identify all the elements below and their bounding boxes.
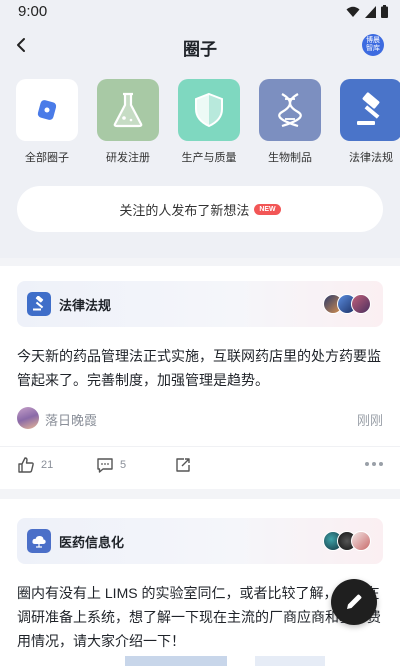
post-time: 刚刚 bbox=[356, 413, 383, 428]
topic-bar[interactable]: 法律法规 bbox=[17, 281, 383, 327]
brand-badge-button[interactable]: 博晨 智库 bbox=[362, 34, 384, 56]
like-count: 21 bbox=[41, 459, 54, 471]
dna-icon bbox=[278, 93, 302, 128]
category-tile bbox=[259, 79, 321, 141]
category-tile bbox=[178, 79, 240, 141]
topic-bar[interactable]: 医药信息化 bbox=[17, 518, 383, 564]
post-image[interactable] bbox=[125, 656, 227, 666]
wifi-icon bbox=[346, 6, 360, 17]
flask-icon bbox=[113, 92, 143, 128]
divider bbox=[0, 258, 400, 266]
avatar bbox=[351, 531, 371, 551]
thumbs-up-icon bbox=[18, 457, 34, 473]
category-label: 研发注册 bbox=[106, 152, 150, 164]
category-production[interactable]: 生产与质量 bbox=[178, 79, 240, 167]
gavel-icon bbox=[27, 292, 51, 316]
category-label: 生产与质量 bbox=[181, 152, 237, 164]
member-avatars bbox=[323, 294, 371, 314]
page-title: 圈子 bbox=[183, 40, 217, 59]
notification-text: 关注的人发布了新想法 bbox=[119, 202, 250, 218]
share-icon bbox=[176, 458, 190, 472]
category-label: 生物制品 bbox=[268, 152, 312, 164]
member-avatars bbox=[323, 531, 371, 551]
comment-count: 5 bbox=[120, 459, 127, 471]
more-options-button[interactable] bbox=[365, 462, 383, 466]
category-law[interactable]: 法律法规 bbox=[340, 79, 400, 167]
circle-tag-icon bbox=[37, 100, 57, 120]
status-time: 9:00 bbox=[18, 3, 48, 20]
dot bbox=[372, 462, 376, 466]
status-bar: 9:00 bbox=[0, 0, 400, 24]
divider bbox=[0, 489, 400, 499]
status-icons bbox=[346, 5, 388, 18]
new-ideas-notification[interactable]: 关注的人发布了新想法 NEW bbox=[17, 186, 383, 232]
category-bio[interactable]: 生物制品 bbox=[259, 79, 321, 167]
share-button[interactable] bbox=[174, 456, 192, 474]
category-tile bbox=[97, 79, 159, 141]
app-header: 圈子 博晨 智库 bbox=[0, 30, 400, 62]
category-label: 全部圈子 bbox=[25, 152, 69, 164]
avatar bbox=[351, 294, 371, 314]
comment-button[interactable]: 5 bbox=[96, 456, 126, 474]
gavel-icon bbox=[357, 92, 380, 125]
author-row[interactable]: 落日晚霞 刚刚 bbox=[17, 406, 383, 430]
signal-icon bbox=[365, 5, 376, 18]
topic-name: 医药信息化 bbox=[59, 535, 125, 550]
cloud-icon bbox=[27, 529, 51, 553]
pencil-icon bbox=[347, 594, 362, 609]
category-list: 全部圈子 研发注册 生产与质量 生物制品 法律法规 bbox=[16, 79, 400, 167]
dot bbox=[365, 462, 369, 466]
category-rd[interactable]: 研发注册 bbox=[97, 79, 159, 167]
post-card[interactable]: 法律法规 今天新的药品管理法正式实施，互联网药店里的处方药要监管起来了。完善制度… bbox=[0, 266, 400, 489]
like-button[interactable]: 21 bbox=[17, 456, 53, 474]
new-badge: NEW bbox=[254, 203, 281, 215]
post-actions: 21 5 bbox=[17, 456, 383, 480]
post-image[interactable] bbox=[255, 656, 325, 666]
shield-icon bbox=[195, 92, 223, 128]
author-name: 落日晚霞 bbox=[45, 413, 98, 428]
avatar bbox=[17, 407, 39, 429]
category-label: 法律法规 bbox=[349, 152, 393, 164]
comment-icon bbox=[97, 458, 113, 473]
post-text: 今天新的药品管理法正式实施，互联网药店里的处方药要监管起来了。完善制度，加强管理… bbox=[17, 348, 381, 388]
compose-button[interactable] bbox=[331, 579, 377, 625]
battery-icon bbox=[381, 5, 388, 18]
brand-badge-text: 博晨 智库 bbox=[366, 37, 380, 52]
post-text: 圈内有没有上 LIMS 的实验室同仁，或者比较了解，最近在调研准备上系统，想了解… bbox=[17, 585, 381, 649]
divider bbox=[0, 446, 400, 447]
topic-name: 法律法规 bbox=[59, 298, 112, 313]
dot bbox=[379, 462, 383, 466]
category-tile bbox=[340, 79, 400, 141]
category-all[interactable]: 全部圈子 bbox=[16, 79, 78, 167]
category-tile bbox=[16, 79, 78, 141]
